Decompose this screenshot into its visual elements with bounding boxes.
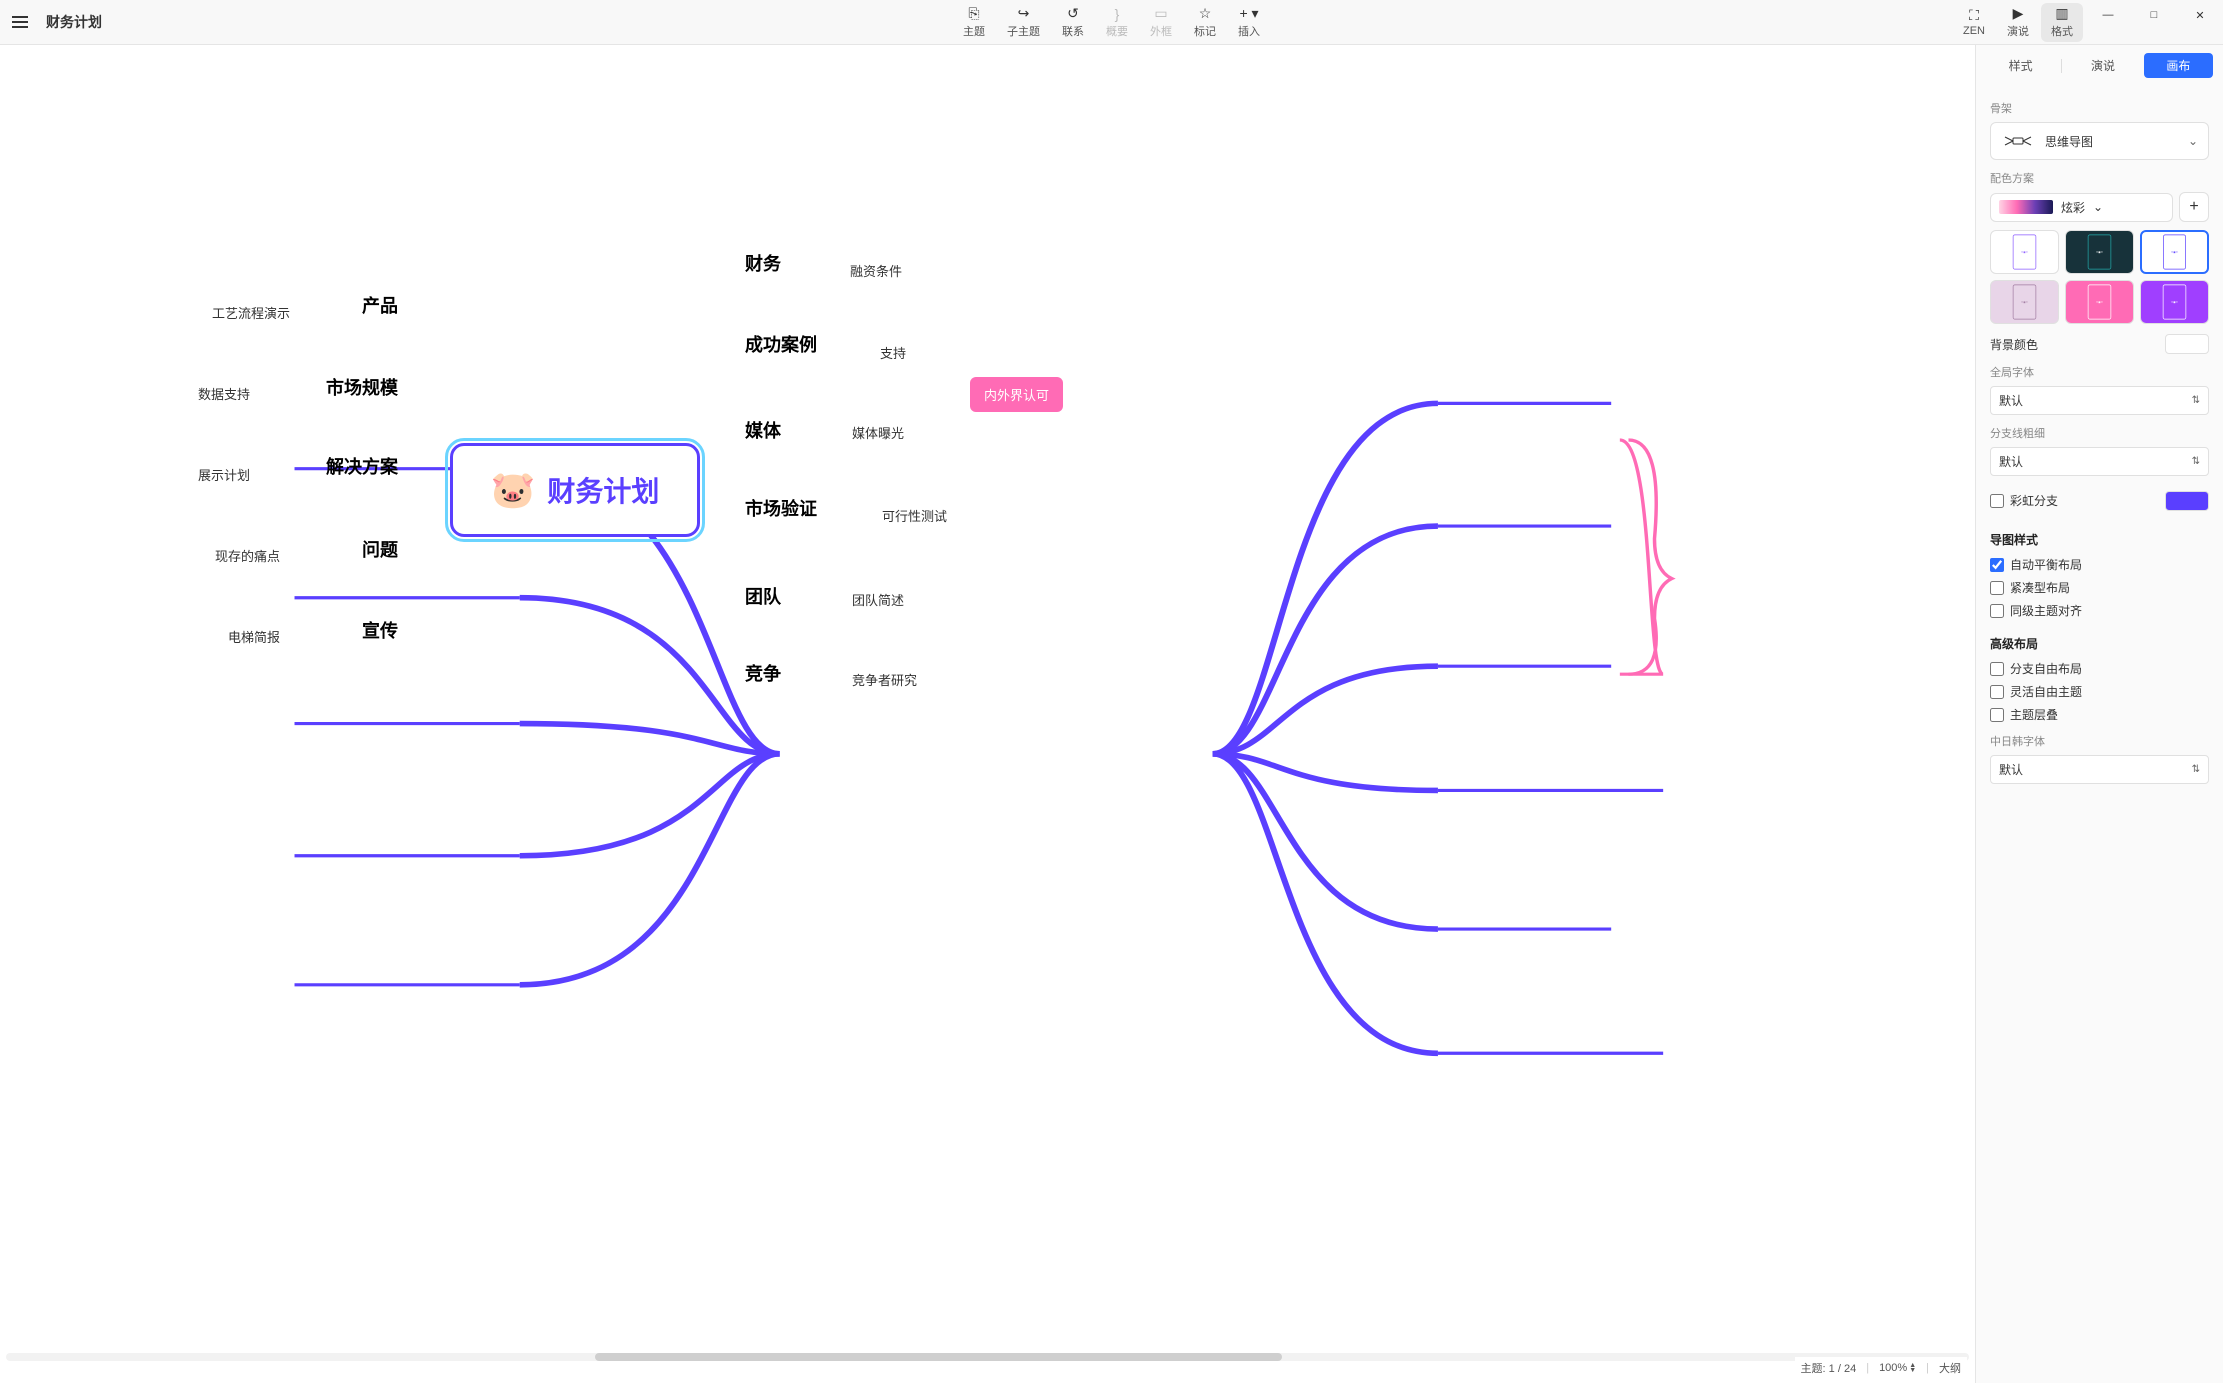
branch-width-select[interactable]: 默认⇅ [1990, 447, 2209, 476]
zen-icon: ⛶ [1969, 8, 1979, 24]
topic-icon: ⎘ [968, 6, 979, 22]
marker-icon: ☆ [1199, 6, 1212, 22]
gradient-icon [1999, 200, 2053, 214]
theme-5[interactable]: ━◉━ [2065, 280, 2134, 324]
tab-canvas[interactable]: 画布 [2144, 53, 2213, 78]
subtopic-icon: ↪ [1018, 6, 1030, 22]
summary-topic[interactable]: 内外界认可 [970, 377, 1063, 412]
check-flex-topic[interactable]: 灵活自由主题 [1990, 683, 2209, 700]
boundary-button[interactable]: ▭外框 [1140, 3, 1182, 42]
skeleton-select[interactable]: 思维导图 ⌄ [1990, 122, 2209, 160]
color-scheme-select[interactable]: 炫彩 ⌄ [1990, 193, 2173, 222]
struct-icon [2001, 131, 2035, 151]
theme-3[interactable]: ━◉━ [2140, 230, 2209, 274]
document-title: 财务计划 [46, 12, 102, 32]
branch-right-3[interactable]: 市场验证 [745, 495, 817, 521]
leaf-right-5[interactable]: 竞争者研究 [852, 670, 917, 689]
central-topic[interactable]: 🐷 财务计划 [450, 443, 700, 537]
branch-left-0[interactable]: 产品 [362, 292, 398, 318]
boundary-icon: ▭ [1154, 6, 1167, 22]
chevron-down-icon: ⌄ [2093, 200, 2103, 214]
check-free-branch[interactable]: 分支自由布局 [1990, 660, 2209, 677]
close-button[interactable]: ✕ [2177, 0, 2223, 30]
leaf-right-1[interactable]: 支持 [880, 343, 906, 362]
tab-style[interactable]: 样式 [1986, 53, 2055, 78]
global-font-select[interactable]: 默认⇅ [1990, 386, 2209, 415]
central-label: 财务计划 [547, 470, 659, 510]
theme-1[interactable]: ━◉━ [1990, 230, 2059, 274]
tab-present[interactable]: 演说 [2068, 53, 2137, 78]
topic-count-label: 主题: 1 / 24 [1801, 1360, 1857, 1376]
theme-6[interactable]: ━◉━ [2140, 280, 2209, 324]
color-scheme-label: 配色方案 [1990, 170, 2209, 186]
branch-left-3[interactable]: 问题 [362, 536, 398, 562]
leaf-left-0[interactable]: 工艺流程演示 [212, 303, 290, 322]
insert-icon: + ▾ [1239, 6, 1258, 22]
mindmap-canvas[interactable]: 🐷 财务计划 财务 融资条件 成功案例 支持 媒体 媒体曝光 市场验证 可行性测… [0, 45, 1975, 1383]
rainbow-color[interactable] [2165, 491, 2209, 511]
skeleton-label: 骨架 [1990, 100, 2209, 116]
piggy-icon: 🐷 [491, 469, 536, 511]
summary-icon: }⁠ [1115, 6, 1120, 22]
leaf-right-3[interactable]: 可行性测试 [882, 506, 947, 525]
outline-toggle[interactable]: 大纲 [1939, 1360, 1961, 1376]
theme-2[interactable]: ━◉━ [2065, 230, 2134, 274]
leaf-left-1[interactable]: 数据支持 [198, 384, 250, 403]
insert-button[interactable]: + ▾插入 [1228, 3, 1270, 42]
cjk-font-label: 中日韩字体 [1990, 733, 2209, 749]
zen-button[interactable]: ⛶ZEN [1953, 3, 1995, 42]
relation-button[interactable]: ↺联系 [1052, 3, 1094, 42]
branch-right-0[interactable]: 财务 [745, 250, 781, 276]
bg-color-picker[interactable] [2165, 334, 2209, 354]
branch-left-1[interactable]: 市场规模 [326, 374, 398, 400]
advanced-title: 高级布局 [1990, 635, 2209, 652]
bg-color-label: 背景颜色 [1990, 336, 2038, 353]
leaf-left-2[interactable]: 展示计划 [198, 465, 250, 484]
menu-button[interactable] [0, 21, 40, 23]
add-scheme-button[interactable]: + [2179, 192, 2209, 222]
map-style-title: 导图样式 [1990, 531, 2209, 548]
maximize-button[interactable]: □ [2131, 0, 2177, 30]
rainbow-toggle[interactable]: 彩虹分支 [1990, 492, 2058, 509]
check-compact[interactable]: 紧凑型布局 [1990, 579, 2209, 596]
branch-right-2[interactable]: 媒体 [745, 417, 781, 443]
leaf-right-2[interactable]: 媒体曝光 [852, 423, 904, 442]
horizontal-scrollbar[interactable] [6, 1353, 1969, 1361]
branch-left-4[interactable]: 宣传 [362, 617, 398, 643]
branch-width-label: 分支线粗细 [1990, 425, 2209, 441]
format-icon: ▥ [2055, 6, 2068, 22]
branch-right-1[interactable]: 成功案例 [745, 331, 817, 357]
minimize-button[interactable]: — [2085, 0, 2131, 30]
leaf-left-4[interactable]: 电梯简报 [228, 627, 280, 646]
zoom-control[interactable]: 100%▲▼ [1879, 1362, 1916, 1374]
check-overlap[interactable]: 主题层叠 [1990, 706, 2209, 723]
check-auto-balance[interactable]: 自动平衡布局 [1990, 556, 2209, 573]
leaf-right-4[interactable]: 团队简述 [852, 590, 904, 609]
branch-left-2[interactable]: 解决方案 [326, 453, 398, 479]
global-font-label: 全局字体 [1990, 364, 2209, 380]
cjk-font-select[interactable]: 默认⇅ [1990, 755, 2209, 784]
summary-button[interactable]: }⁠概要 [1096, 3, 1138, 42]
branch-right-5[interactable]: 竞争 [745, 660, 781, 686]
present-icon: ▶ [2013, 6, 2024, 22]
theme-4[interactable]: ━◉━ [1990, 280, 2059, 324]
subtopic-button[interactable]: ↪子主题 [997, 3, 1050, 42]
topic-button[interactable]: ⎘主题 [953, 3, 995, 42]
present-button[interactable]: ▶演说 [1997, 3, 2039, 42]
format-button[interactable]: ▥格式 [2041, 3, 2083, 42]
branch-right-4[interactable]: 团队 [745, 583, 781, 609]
relation-icon: ↺ [1067, 6, 1079, 22]
format-panel: 样式 演说 画布 骨架 思维导图 ⌄ 配色方案 炫彩 ⌄ + ━ [1975, 45, 2223, 1383]
chevron-down-icon: ⌄ [2188, 134, 2198, 148]
leaf-right-0[interactable]: 融资条件 [850, 261, 902, 280]
marker-button[interactable]: ☆标记 [1184, 3, 1226, 42]
check-same-level-align[interactable]: 同级主题对齐 [1990, 602, 2209, 619]
leaf-left-3[interactable]: 现存的痛点 [215, 546, 280, 565]
